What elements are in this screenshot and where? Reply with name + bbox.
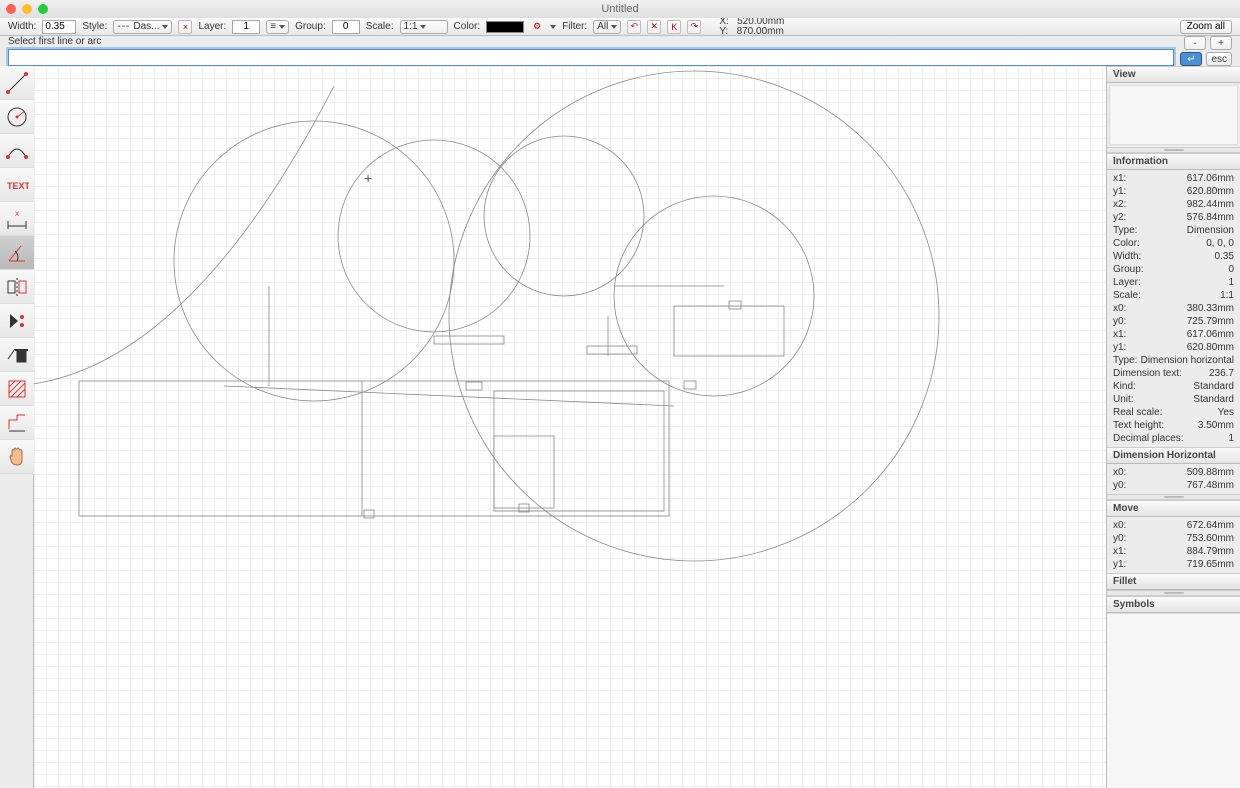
symbols-panel-header[interactable]: Symbols	[1107, 596, 1240, 613]
info-row: Text height:3.50mm	[1111, 419, 1236, 432]
info-row: Unit:Standard	[1111, 393, 1236, 406]
view-thumbnail[interactable]	[1109, 85, 1238, 145]
confirm-button[interactable]: ↵	[1180, 52, 1202, 66]
cancel-button[interactable]: ✕	[647, 20, 661, 34]
side-panel: View Information x1:617.06mmy1:620.80mmx…	[1106, 66, 1240, 788]
gear-icon[interactable]: ⚙	[530, 20, 544, 34]
toolbar: Width: Style: ---Das... × Layer: ≡ Group…	[0, 18, 1240, 36]
esc-button[interactable]: esc	[1206, 52, 1232, 66]
info-row: Type:Dimension horizontal	[1111, 354, 1236, 367]
chevron-down-icon	[279, 25, 285, 29]
info-row: y1:719.65mm	[1111, 558, 1236, 571]
info-row: y0:767.48mm	[1111, 479, 1236, 492]
style-select[interactable]: ---Das...	[113, 20, 172, 34]
information-panel-header[interactable]: Information	[1107, 153, 1240, 170]
command-input[interactable]	[8, 49, 1174, 66]
zoom-out-button[interactable]: -	[1184, 36, 1206, 50]
arc-tool[interactable]	[0, 100, 34, 134]
cut-button[interactable]: K	[667, 20, 681, 34]
scale-select[interactable]: 1:1	[400, 20, 448, 34]
info-row: x1:884.79mm	[1111, 545, 1236, 558]
chevron-down-icon	[611, 25, 617, 29]
info-row: Kind:Standard	[1111, 380, 1236, 393]
dimension-tool[interactable]: x	[0, 202, 34, 236]
info-row: Real scale:Yes	[1111, 406, 1236, 419]
info-row: Color:0, 0, 0	[1111, 237, 1236, 250]
hatch-tool[interactable]	[0, 372, 34, 406]
toolbox: TEXT x	[0, 66, 34, 788]
width-input[interactable]	[42, 20, 76, 34]
info-row: x2:982.44mm	[1111, 198, 1236, 211]
info-row: x0:672.64mm	[1111, 519, 1236, 532]
filter-label: Filter:	[562, 21, 587, 32]
layer-label: Layer:	[198, 21, 226, 32]
info-row: y0:753.60mm	[1111, 532, 1236, 545]
info-row: x0:509.88mm	[1111, 466, 1236, 479]
info-row: Dimension text:236.7	[1111, 367, 1236, 380]
prompt-bar: Select first line or arc - + ↵ esc	[0, 36, 1240, 66]
dimension-horizontal-list: x0:509.88mmy0:767.48mm	[1107, 464, 1240, 494]
svg-text:x: x	[15, 209, 19, 218]
drawing-layer	[34, 66, 1106, 788]
layer-input[interactable]	[232, 20, 260, 34]
chevron-down-icon	[420, 25, 426, 29]
symbols-area[interactable]	[1107, 613, 1240, 788]
prompt-text: Select first line or arc	[8, 36, 1174, 47]
info-row: Group:0	[1111, 263, 1236, 276]
cursor-crosshair-icon: +	[364, 170, 372, 186]
zoom-in-button[interactable]: +	[1210, 36, 1232, 50]
color-swatch[interactable]	[486, 21, 524, 33]
info-row: Layer:1	[1111, 276, 1236, 289]
delete-tool[interactable]	[0, 338, 34, 372]
group-input[interactable]	[332, 20, 360, 34]
dimension-angle-tool[interactable]	[0, 236, 34, 270]
info-row: x0:380.33mm	[1111, 302, 1236, 315]
info-row: Type:Dimension	[1111, 224, 1236, 237]
move-panel-header[interactable]: Move	[1107, 500, 1240, 517]
line-tool[interactable]	[0, 66, 34, 100]
mirror-tool[interactable]	[0, 270, 34, 304]
canvas[interactable]: +	[34, 66, 1106, 788]
text-tool[interactable]: TEXT	[0, 168, 34, 202]
titlebar: Untitled	[0, 0, 1240, 18]
dimension-horizontal-header[interactable]: Dimension Horizontal	[1107, 447, 1240, 464]
info-row: y2:576.84mm	[1111, 211, 1236, 224]
width-label: Width:	[8, 21, 36, 32]
group-label: Group:	[295, 21, 326, 32]
chevron-down-icon[interactable]	[550, 25, 556, 29]
filter-select[interactable]: All	[593, 20, 621, 34]
fillet-panel-header[interactable]: Fillet	[1107, 573, 1240, 590]
info-row: x1:617.06mm	[1111, 328, 1236, 341]
info-row: Scale:1:1	[1111, 289, 1236, 302]
redo-button[interactable]: ↷	[687, 20, 701, 34]
coordinates-readout: X: 520.00mm Y: 870.00mm	[719, 17, 784, 37]
zoom-all-button[interactable]: Zoom all	[1180, 20, 1232, 34]
undo-button[interactable]: ↶	[627, 20, 641, 34]
information-list: x1:617.06mmy1:620.80mmx2:982.44mmy2:576.…	[1107, 170, 1240, 447]
color-label: Color:	[454, 21, 481, 32]
svg-text:TEXT: TEXT	[7, 181, 29, 191]
window-title: Untitled	[0, 3, 1240, 15]
style-label: Style:	[82, 21, 107, 32]
info-row: y1:620.80mm	[1111, 341, 1236, 354]
info-row: Decimal places:1	[1111, 432, 1236, 445]
info-row: Width:0.35	[1111, 250, 1236, 263]
info-row: y1:620.80mm	[1111, 185, 1236, 198]
trim-tool[interactable]	[0, 406, 34, 440]
pan-tool[interactable]	[0, 440, 34, 474]
view-panel-header[interactable]: View	[1107, 66, 1240, 83]
move-list: x0:672.64mmy0:753.60mmx1:884.79mmy1:719.…	[1107, 517, 1240, 573]
edit-tool[interactable]	[0, 304, 34, 338]
info-row: y0:725.79mm	[1111, 315, 1236, 328]
curve-tool[interactable]	[0, 134, 34, 168]
scale-label: Scale:	[366, 21, 394, 32]
clear-style-button[interactable]: ×	[178, 20, 192, 34]
info-row: x1:617.06mm	[1111, 172, 1236, 185]
chevron-down-icon	[162, 25, 168, 29]
layer-visibility-select[interactable]: ≡	[266, 20, 289, 34]
